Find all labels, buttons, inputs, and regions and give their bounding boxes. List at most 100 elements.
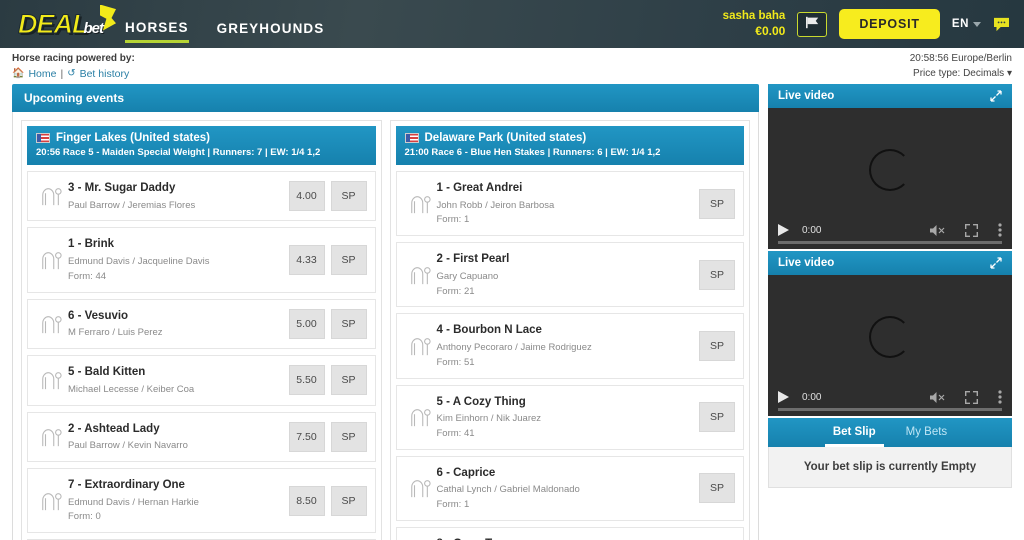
flag-button[interactable] [797, 11, 828, 37]
runner-form: Form: 44 [68, 270, 107, 282]
loading-spinner-icon [869, 316, 911, 359]
odds-group: SP [699, 259, 735, 290]
mute-icon[interactable] [930, 391, 945, 404]
video-progress-bar[interactable] [778, 241, 1002, 244]
breadcrumb-separator: | [60, 67, 64, 80]
odds-group: 5.50 SP [288, 365, 367, 396]
price-type-selector[interactable]: Price type: Decimals ▾ [910, 67, 1012, 82]
live-video-header: Live video [768, 251, 1012, 275]
betslip-panel: Bet Slip My Bets Your bet slip is curren… [768, 418, 1012, 488]
race-header[interactable]: Finger Lakes (United states) 20:56 Race … [27, 126, 376, 165]
video-controls: 0:00 [768, 390, 1012, 404]
runner-name: 6 - Vesuvio [68, 309, 129, 322]
more-options-icon[interactable] [998, 223, 1002, 237]
runner-connections: Anthony Pecoraro / Jaime Rodriguez [436, 342, 592, 354]
runner-row: 1 - Brink Edmund Davis / Jacqueline Davi… [27, 227, 376, 293]
nav-item-horses[interactable]: HORSES [125, 6, 189, 43]
odds-group: SP [699, 331, 735, 361]
tab-bet-slip[interactable]: Bet Slip [824, 424, 884, 447]
race-card: Finger Lakes (United states) 20:56 Race … [21, 120, 382, 540]
odds-group: SP [699, 473, 735, 504]
user-account-box[interactable]: sasha baha €0.00 [723, 9, 786, 40]
sp-button[interactable]: SP [330, 485, 367, 516]
video-time: 0:00 [802, 391, 822, 403]
sidebar: Live video 0:00 Live video 0:00 Bet Slip… [768, 84, 1012, 488]
live-video-title: Live video [778, 257, 835, 269]
sp-button[interactable]: SP [330, 365, 367, 396]
site-logo[interactable]: DEAL bet [18, 4, 116, 40]
nav-item-greyhounds[interactable]: GREYHOUNDS [217, 7, 325, 41]
race-card: Delaware Park (United states) 21:00 Race… [389, 120, 750, 540]
betslip-tabs: Bet Slip My Bets [768, 418, 1012, 447]
video-surface[interactable]: 0:00 [768, 108, 1012, 249]
runner-connections: Michael Lecesse / Keiber Coa [68, 383, 195, 395]
language-label: EN [951, 18, 969, 30]
runner-name: 7 - Extraordinary One [68, 478, 185, 491]
runner-name: 2 - First Pearl [436, 253, 510, 266]
clock-and-pricetype: 20:58:56 Europe/Berlin Price type: Decim… [910, 52, 1012, 84]
runner-row: 5 - A Cozy Thing Kim Einhorn / Nik Juare… [395, 384, 744, 450]
odds-group: SP [699, 188, 735, 219]
breadcrumb: 🏠 Home | ↺ Bet history [12, 67, 135, 82]
top-header: DEAL bet HORSES GREYHOUNDS sasha baha €0… [0, 0, 1024, 48]
runner-name: 2 - Ashtead Lady [68, 422, 160, 435]
video-controls: 0:00 [768, 223, 1012, 237]
expand-icon[interactable] [990, 90, 1002, 102]
sp-button[interactable]: SP [699, 473, 735, 504]
runner-connections: Cathal Lynch / Gabriel Maldonado [436, 484, 580, 496]
video-controls-right [930, 223, 1002, 237]
video-surface[interactable]: 0:00 [768, 275, 1012, 416]
expand-icon[interactable] [990, 257, 1002, 269]
language-selector[interactable]: EN [952, 18, 981, 30]
runner-form: Form: 21 [436, 285, 475, 297]
odds-button[interactable]: 4.00 [288, 181, 325, 212]
fullscreen-icon[interactable] [965, 223, 978, 237]
main-column: Upcoming events Finger Lakes (United sta… [12, 84, 759, 540]
play-icon[interactable] [778, 224, 789, 236]
sp-button[interactable]: SP [330, 181, 367, 212]
odds-group: 4.00 SP [288, 181, 367, 212]
fullscreen-icon[interactable] [965, 390, 978, 404]
sp-button[interactable]: SP [330, 421, 367, 452]
race-venue-name: Delaware Park (United states) [424, 132, 587, 144]
breadcrumb-home-link[interactable]: Home [28, 67, 56, 82]
odds-button[interactable]: 5.00 [288, 308, 325, 339]
tab-my-bets[interactable]: My Bets [898, 424, 956, 447]
sp-button[interactable]: SP [699, 331, 735, 361]
video-progress-bar[interactable] [778, 408, 1002, 411]
more-options-icon[interactable] [998, 390, 1002, 404]
runner-info: 8 - Onyx Ten Gary Capuano Form: 31 [437, 536, 700, 540]
page-body: Upcoming events Finger Lakes (United sta… [0, 84, 1024, 540]
breadcrumb-bet-history-link[interactable]: Bet history [80, 67, 130, 82]
play-icon[interactable] [778, 391, 789, 403]
sp-button[interactable]: SP [699, 188, 735, 219]
silk-icon [34, 185, 68, 207]
runner-info: 4 - Bourbon N Lace Anthony Pecoraro / Ja… [437, 322, 700, 369]
sp-button[interactable]: SP [330, 308, 367, 339]
loading-spinner-icon [869, 149, 911, 192]
odds-group: 7.50 SP [288, 421, 367, 452]
race-header[interactable]: Delaware Park (United states) 21:00 Race… [395, 126, 744, 165]
runner-row: 2 - Ashtead Lady Paul Barrow / Kevin Nav… [27, 411, 376, 462]
runner-info: 5 - A Cozy Thing Kim Einhorn / Nik Juare… [437, 394, 700, 441]
runner-info: 6 - Vesuvio M Ferraro / Luis Perez [68, 308, 289, 340]
runner-info: 2 - First Pearl Gary Capuano Form: 21 [437, 251, 700, 298]
runner-connections: Paul Barrow / Kevin Navarro [68, 440, 188, 452]
sp-button[interactable]: SP [699, 259, 735, 290]
runner-name: 3 - Mr. Sugar Daddy [68, 182, 176, 194]
odds-button[interactable]: 5.50 [288, 365, 325, 396]
runner-name: 5 - A Cozy Thing [436, 395, 526, 408]
chat-icon[interactable] [993, 17, 1010, 32]
odds-button[interactable]: 4.33 [288, 245, 325, 276]
odds-button[interactable]: 8.50 [288, 485, 325, 516]
live-video-title: Live video [778, 90, 835, 102]
sp-button[interactable]: SP [699, 402, 735, 433]
odds-button[interactable]: 7.50 [288, 421, 325, 452]
odds-group: SP [699, 402, 735, 433]
deposit-button[interactable]: DEPOSIT [839, 9, 940, 39]
runner-row: 8 - Onyx Ten Gary Capuano Form: 31 SP [395, 527, 744, 540]
runner-name: 5 - Bald Kitten [68, 366, 146, 379]
sp-button[interactable]: SP [330, 245, 367, 276]
runner-name: 6 - Caprice [436, 466, 496, 479]
mute-icon[interactable] [930, 224, 945, 237]
